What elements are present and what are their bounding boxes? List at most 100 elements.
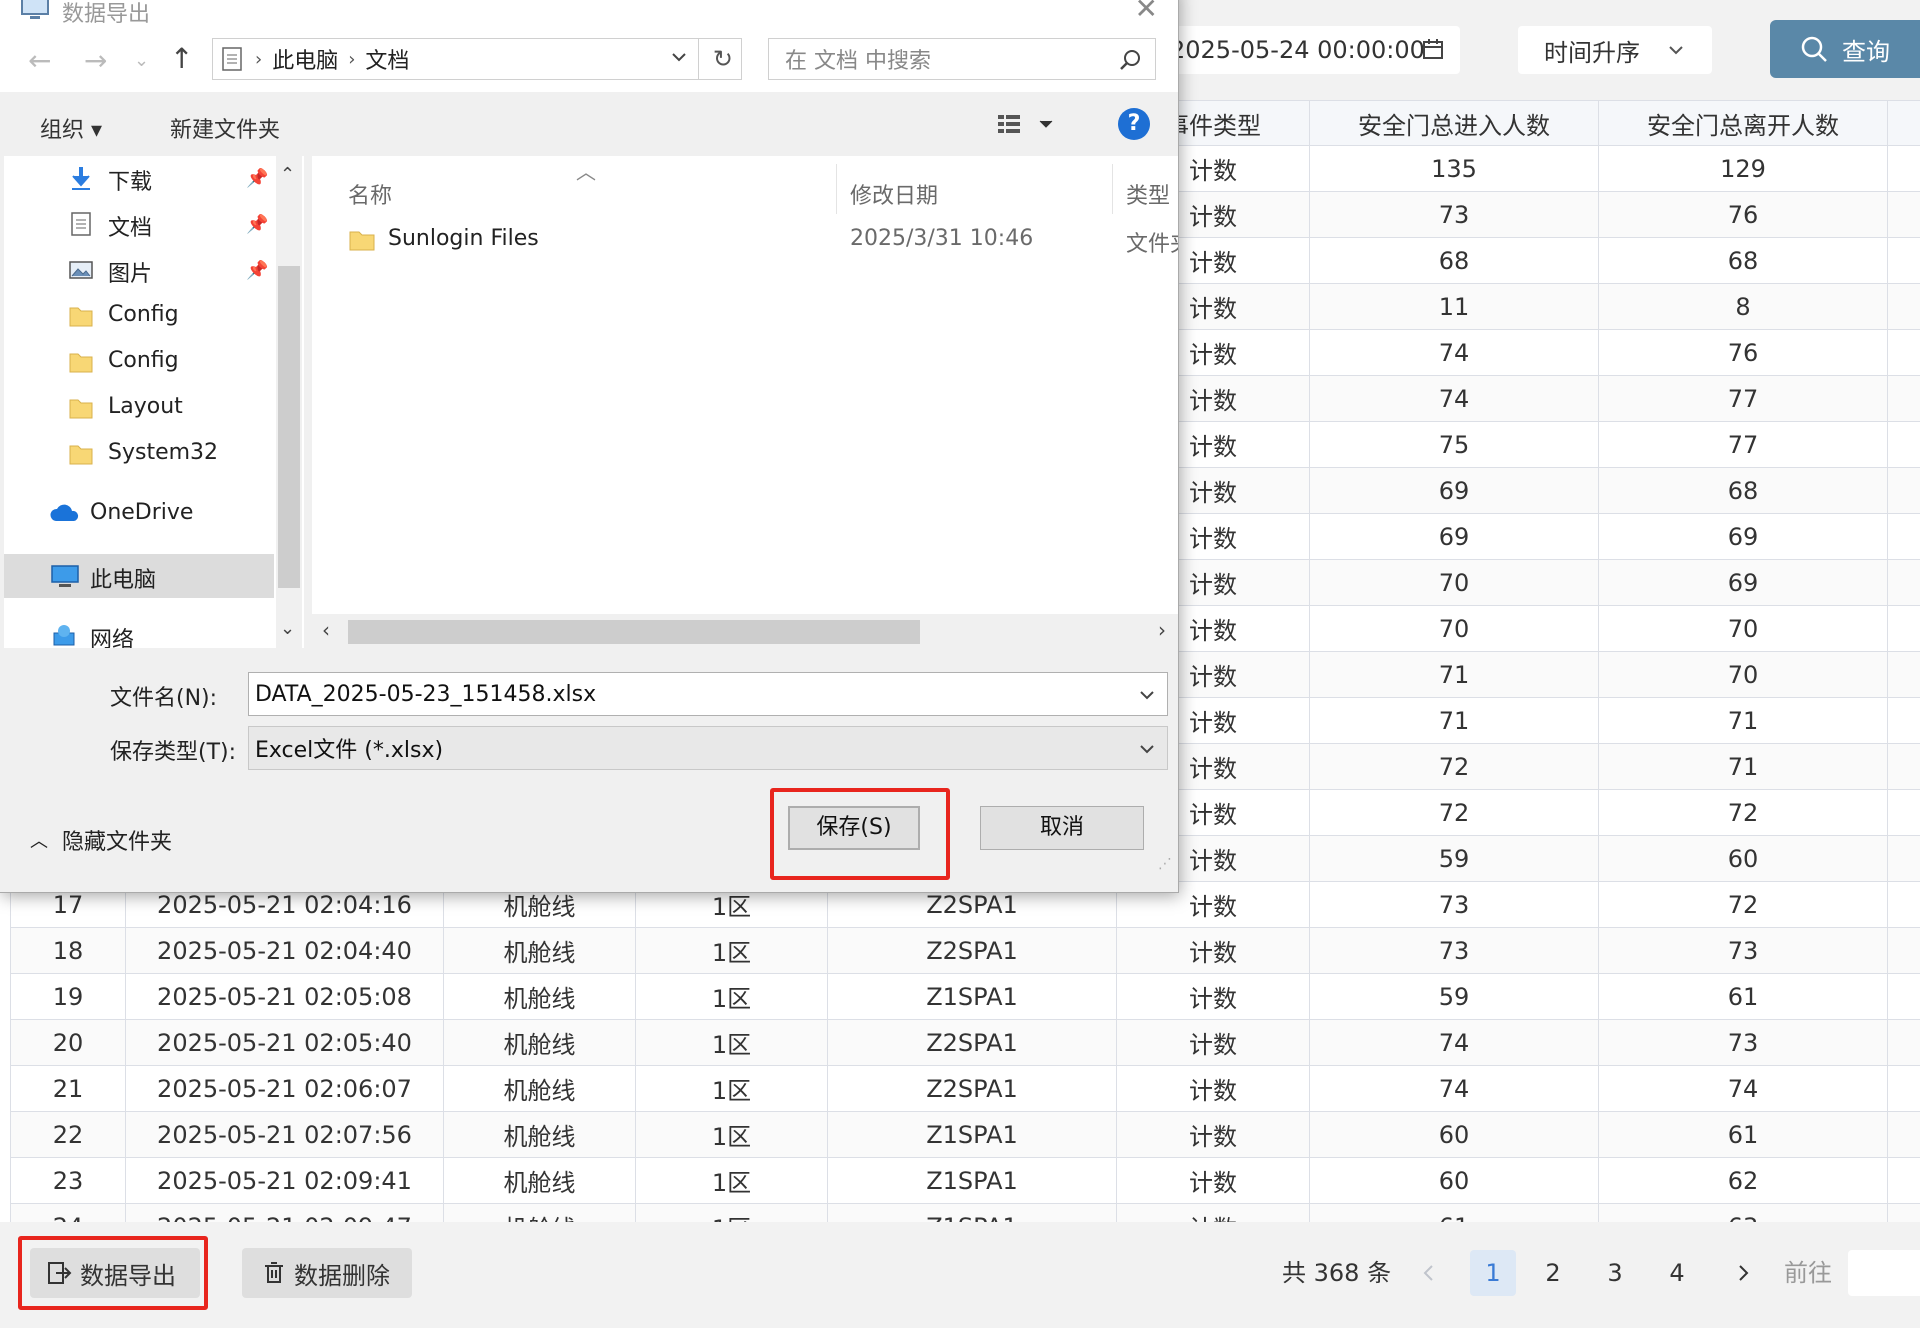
cell-zone: 1区 [635,1203,828,1222]
organize-menu[interactable]: 组织 ▾ [40,112,102,144]
file-row[interactable]: Sunlogin Files 2025/3/31 10:46 文件夹 [312,218,1178,262]
nav-item-layout[interactable]: Layout [4,386,274,430]
chevron-up-icon: ︿ [30,831,48,852]
cell-device: Z1SPA1 [827,1203,1117,1222]
cell-leave-count: 71 [1598,697,1888,744]
cell-leave-count: 73 [1598,1019,1888,1066]
cell-event-type: 计数 [1116,1203,1310,1222]
cell-enter-count: 70 [1309,559,1599,606]
table-row[interactable]: 18 2025-05-21 02:04:40 机舱线 1区 Z2SPA1 计数 73 73 [10,927,1920,974]
cell-enter-count: 60 [1309,1157,1599,1204]
chevron-down-icon[interactable] [1137,685,1157,705]
nav-item-此电脑[interactable]: 此电脑 [4,554,274,598]
back-arrow-icon[interactable]: ← [28,44,51,77]
close-icon[interactable]: ✕ [1135,0,1158,25]
nav-pane-scrollbar[interactable]: ⌃ ⌄ [276,156,302,648]
cell-index: 23 [10,1157,126,1204]
new-folder-button[interactable]: 新建文件夹 [170,112,280,144]
nav-item-label: Config [108,348,179,373]
data-delete-button[interactable]: 数据删除 [242,1248,412,1298]
nav-item-config[interactable]: Config [4,294,274,338]
chevron-down-icon [1669,46,1683,55]
nav-item-label: Config [108,302,179,327]
nav-item-label: 文档 [108,216,153,241]
table-row[interactable]: 242025-05-21 02:09:47机舱线1区Z1SPA1计数6163 [10,1203,1920,1222]
page-4[interactable]: 4 [1654,1250,1700,1296]
nav-item-onedrive[interactable]: OneDrive [4,492,274,536]
nav-item-图片[interactable]: 图片 📌 [4,248,274,292]
hide-folders-toggle[interactable]: ︿ 隐藏文件夹 [30,824,172,856]
scroll-right-icon[interactable]: › [1158,618,1166,642]
resize-grip-icon[interactable]: ⋰ [1158,856,1172,872]
prev-page-icon[interactable] [1418,1262,1440,1284]
nav-item-网络[interactable]: 网络 [4,614,274,648]
table-cell [1887,697,1920,744]
table-cell [1887,191,1920,238]
filetype-select[interactable]: Excel文件 (*.xlsx) [248,726,1168,770]
page-2[interactable]: 2 [1530,1250,1576,1296]
divider [698,39,699,79]
nav-item-label: System32 [108,440,219,465]
table-cell [1887,513,1920,560]
column-modified[interactable]: 修改日期 [850,178,938,210]
recent-chevron-icon[interactable]: ⌄ [134,50,149,71]
scrollbar-thumb[interactable] [348,620,920,644]
cell-leave-count: 73 [1598,927,1888,974]
table-row[interactable]: 22 2025-05-21 02:07:56 机舱线 1区 Z1SPA1 计数 60 61 [10,1111,1920,1158]
table-row[interactable]: 20 2025-05-21 02:05:40 机舱线 1区 Z2SPA1 计数 74 73 [10,1019,1920,1066]
page-3[interactable]: 3 [1592,1250,1638,1296]
cell-device: Z2SPA1 [827,1019,1117,1066]
breadcrumb-separator-icon: › [255,48,263,70]
nav-item-config[interactable]: Config [4,340,274,384]
goto-page-input[interactable] [1848,1250,1920,1296]
table-cell [1887,789,1920,836]
query-button[interactable]: 查询 [1770,20,1920,78]
document-icon [68,211,94,237]
end-date-input[interactable]: 2025-05-24 00:00:00 [1150,26,1460,74]
cell-leave-count: 68 [1598,237,1888,284]
filename-input[interactable]: DATA_2025-05-23_151458.xlsx [248,672,1168,716]
nav-item-下载[interactable]: 下载 📌 [4,156,274,200]
cell-enter-count: 68 [1309,237,1599,284]
scroll-up-icon[interactable]: ⌃ [280,164,295,185]
table-row[interactable]: 21 2025-05-21 02:06:07 机舱线 1区 Z2SPA1 计数 74 74 [10,1065,1920,1112]
breadcrumb-documents[interactable]: 文档 [365,43,409,75]
filetype-value: Excel文件 (*.xlsx) [255,738,444,763]
table-row[interactable]: 23 2025-05-21 02:09:41 机舱线 1区 Z1SPA1 计数 60 62 [10,1157,1920,1204]
search-placeholder: 在 文档 中搜索 [785,49,931,74]
column-name[interactable]: 名称 [348,178,392,210]
cell-enter-count: 74 [1309,1065,1599,1112]
file-list-hscrollbar[interactable]: ‹ › [312,614,1178,648]
cell-enter-count: 69 [1309,467,1599,514]
column-type[interactable]: 类型 [1126,178,1170,210]
help-icon[interactable]: ? [1118,108,1150,140]
scrollbar-thumb[interactable] [278,266,300,588]
filename-label: 文件名(N): [110,686,218,711]
nav-item-system32[interactable]: System32 [4,432,274,476]
scroll-down-icon[interactable]: ⌄ [280,618,295,639]
cell-zone: 1区 [635,927,828,974]
table-cell [1887,835,1920,882]
navigation-pane: 下载 📌 文档 📌 图片 📌 Config Config Layout System32 OneDr… [4,156,304,648]
folder-icon [68,441,94,467]
refresh-icon[interactable]: ↻ [713,45,733,73]
table-row[interactable]: 19 2025-05-21 02:05:08 机舱线 1区 Z1SPA1 计数 59 61 [10,973,1920,1020]
forward-arrow-icon[interactable]: → [84,44,107,77]
table-cell [1887,973,1920,1020]
address-bar[interactable]: › 此电脑 › 文档 ↻ [212,38,742,80]
page-1[interactable]: 1 [1470,1250,1516,1296]
nav-item-文档[interactable]: 文档 📌 [4,202,274,246]
chevron-down-icon[interactable] [669,47,689,67]
scroll-left-icon[interactable]: ‹ [322,618,330,642]
cell-leave-count: 72 [1598,789,1888,836]
cell-time: 2025-05-21 02:09:41 [125,1157,444,1204]
breadcrumb-this-pc[interactable]: 此电脑 [272,43,338,75]
up-arrow-icon[interactable]: ↑ [170,42,193,75]
next-page-icon[interactable] [1732,1262,1754,1284]
folder-search-input[interactable]: 在 文档 中搜索 [768,38,1156,80]
cell-time: 2025-05-21 02:04:40 [125,927,444,974]
view-options-icon[interactable] [996,112,1060,140]
sort-order-select[interactable]: 时间升序 [1518,26,1712,74]
cancel-button[interactable]: 取消 [980,806,1144,850]
cell-index: 21 [10,1065,126,1112]
